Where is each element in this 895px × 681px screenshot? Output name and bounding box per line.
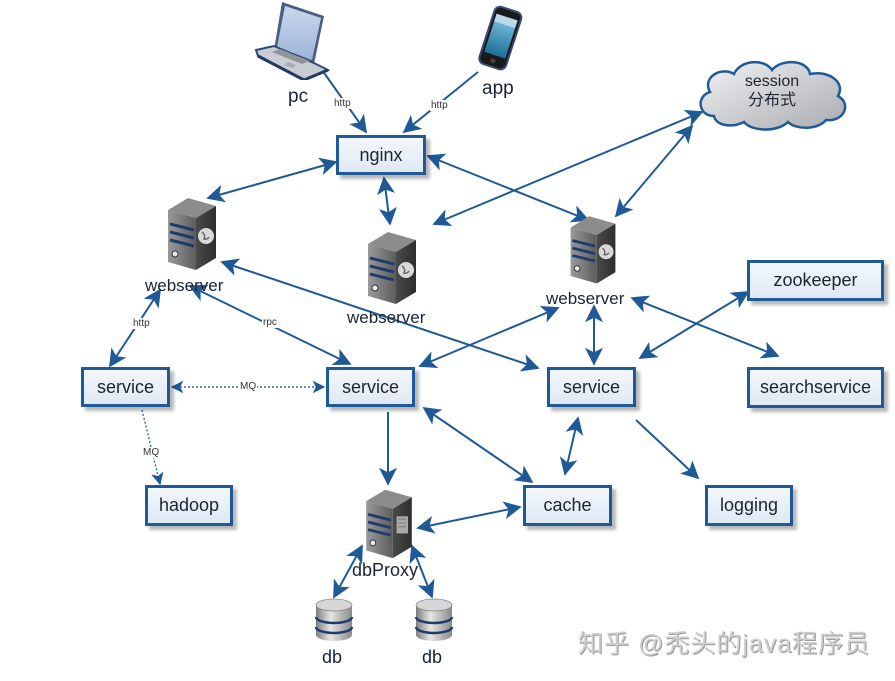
session-label: session	[744, 73, 800, 90]
app-label: app	[482, 78, 514, 99]
zookeeper-node[interactable]: zookeeper	[747, 260, 884, 301]
logging-node[interactable]: logging	[705, 485, 793, 526]
edge-session-webserver_right	[614, 124, 694, 218]
edge-cache-dbproxy	[416, 501, 522, 534]
edge-nginx-webserver_mid	[377, 176, 397, 226]
web-server-icon	[168, 198, 216, 270]
service-left-label: service	[96, 376, 154, 397]
edge-label-service-service-mq: MQ	[239, 381, 258, 392]
cache-node[interactable]: cache	[523, 485, 612, 526]
session-sublabel: 分布式	[747, 92, 796, 109]
edge-label-service-hadoop-mq: MQ	[142, 447, 161, 458]
service-mid-label: service	[341, 376, 399, 397]
watermark: 知乎 @秃头的java程序员	[578, 630, 871, 658]
edge-nginx-webserver_left	[206, 157, 338, 203]
edge-session-webserver_mid	[432, 109, 704, 227]
architecture-diagram: pc app session 分布式 nginx webserver webse…	[0, 0, 895, 681]
web-server-icon	[368, 232, 416, 304]
smartphone-icon	[478, 5, 523, 71]
pc-label: pc	[288, 86, 309, 107]
edge-nginx-webserver_right	[426, 153, 590, 223]
database-icon	[314, 598, 354, 641]
database-icon	[414, 598, 454, 641]
session-cloud-label: session 分布式	[724, 72, 820, 110]
db-right-label: db	[422, 647, 443, 667]
nginx-node[interactable]: nginx	[336, 135, 426, 175]
service-right-label: service	[562, 376, 620, 397]
laptop-icon	[254, 2, 331, 80]
edge-service_right-logging	[635, 419, 700, 480]
edge-zookeeper-service_right	[638, 291, 750, 359]
dbproxy-label: dbProxy	[352, 560, 419, 580]
edge-service_right-cache	[559, 416, 584, 476]
edge-label-app-http: http	[430, 100, 449, 111]
service-right-node[interactable]: service	[547, 367, 636, 407]
edge-webserver_right-searchservice	[630, 295, 780, 359]
edge-label-pc-http: http	[333, 98, 352, 109]
edge-label-ws-service-rpc: rpc	[262, 317, 278, 328]
edge-service_mid-cache	[422, 406, 534, 484]
webserver-left-label: webserver	[145, 276, 224, 295]
nginx-label: nginx	[359, 144, 403, 165]
searchservice-label: searchservice	[759, 377, 872, 397]
webserver-mid-label: webserver	[347, 308, 426, 327]
edge-webserver_right-service_mid	[418, 305, 560, 369]
proxy-server-icon	[366, 489, 412, 559]
hadoop-label: hadoop	[158, 495, 220, 515]
db-left-label: db	[322, 647, 343, 667]
cache-label: cache	[543, 495, 592, 515]
edge-label-ws-service-http: http	[132, 318, 151, 329]
searchservice-node[interactable]: searchservice	[747, 367, 884, 408]
web-server-icon	[570, 216, 616, 284]
hadoop-node[interactable]: hadoop	[145, 485, 233, 526]
logging-label: logging	[719, 495, 779, 515]
service-left-node[interactable]: service	[81, 367, 170, 407]
service-mid-node[interactable]: service	[326, 367, 415, 407]
zookeeper-label: zookeeper	[773, 270, 858, 290]
webserver-right-label: webserver	[546, 289, 625, 308]
